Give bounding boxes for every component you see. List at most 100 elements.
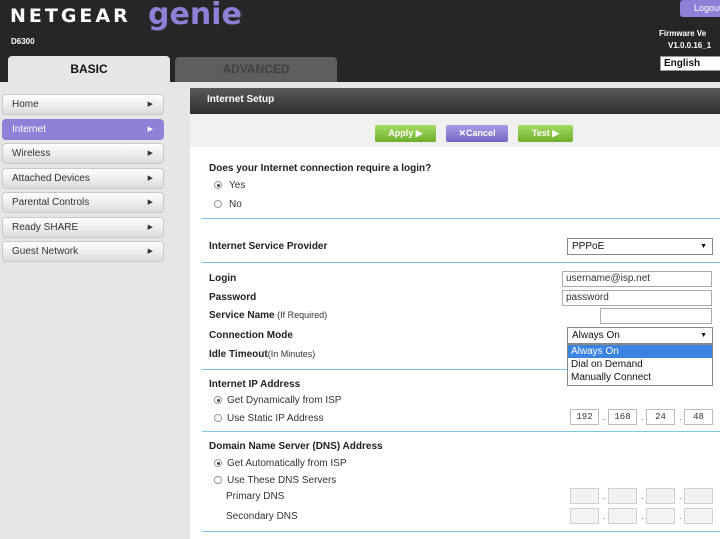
page-title: Internet Setup	[190, 88, 720, 114]
isp-label: Internet Service Provider	[209, 241, 328, 252]
ip-octet-2[interactable]: 168	[608, 409, 637, 425]
login-yes-radio[interactable]	[214, 181, 222, 189]
chevron-right-icon: ▶	[147, 101, 153, 108]
sidebar-item-guest-network[interactable]: Guest Network ▶	[2, 241, 164, 262]
connection-mode-dropdown: Always On Dial on Demand Manually Connec…	[567, 344, 713, 386]
connection-mode-label: Connection Mode	[209, 330, 293, 341]
idle-timeout-text: Idle Timeout	[209, 349, 268, 360]
login-yes-label: Yes	[229, 180, 246, 191]
sidebar-item-wireless[interactable]: Wireless ▶	[2, 143, 164, 164]
sidebar-item-label: Wireless	[12, 148, 51, 159]
ip-static-radio[interactable]	[214, 414, 222, 422]
test-button[interactable]: Test ▶	[518, 125, 573, 142]
octet-separator: .	[641, 511, 644, 521]
sidebar-item-label: Attached Devices	[12, 172, 90, 184]
login-input[interactable]: username@isp.net	[562, 271, 712, 287]
octet-separator: .	[679, 491, 682, 501]
sidebar-item-internet[interactable]: Internet ▶	[2, 118, 164, 140]
tab-basic[interactable]: BASIC	[8, 56, 170, 82]
trademark-mark: ®	[236, 9, 242, 18]
language-select[interactable]: English	[660, 56, 720, 71]
apply-button[interactable]: Apply ▶	[375, 125, 436, 142]
ip-octet-3[interactable]: 24	[646, 409, 675, 425]
login-no-label: No	[229, 199, 242, 210]
dns-auto-radio[interactable]	[214, 459, 222, 467]
octet-separator: .	[679, 511, 682, 521]
sidebar-nav: Home ▶ Internet ▶ Wireless ▶ Attached De…	[2, 94, 164, 266]
primary-dns-octet-4[interactable]	[684, 488, 713, 504]
password-label: Password	[209, 292, 257, 303]
netgear-logo: NETGEAR	[10, 5, 131, 27]
section-divider	[202, 218, 720, 219]
ip-octet-4[interactable]: 48	[684, 409, 713, 425]
sidebar-item-parental-controls[interactable]: Parental Controls ▶	[2, 192, 164, 213]
dns-auto-label: Get Automatically from ISP	[227, 458, 347, 469]
top-header: NETGEAR genie ® D6300 BASIC ADVANCED Log…	[0, 0, 720, 82]
option-dial-on-demand[interactable]: Dial on Demand	[568, 358, 712, 371]
login-question: Does your Internet connection require a …	[209, 163, 432, 174]
password-input[interactable]: password	[562, 290, 712, 306]
sidebar-item-label: Internet	[12, 123, 46, 135]
option-always-on[interactable]: Always On	[568, 345, 712, 358]
primary-dns-label: Primary DNS	[226, 491, 285, 502]
logout-button[interactable]: Logout	[680, 0, 720, 17]
idle-timeout-hint: (In Minutes)	[267, 349, 316, 359]
secondary-dns-label: Secondary DNS	[226, 511, 298, 522]
octet-separator: .	[679, 412, 682, 422]
section-divider	[202, 431, 720, 432]
secondary-dns-octet-2[interactable]	[608, 508, 637, 524]
internet-setup-panel: Internet Setup Apply ▶ ✕Cancel Test ▶ Do…	[190, 88, 720, 539]
chevron-right-icon: ▶	[147, 150, 153, 157]
sidebar-item-readyshare[interactable]: Ready SHARE ▶	[2, 216, 164, 238]
sidebar-item-label: Ready SHARE	[12, 221, 79, 233]
ip-section-title: Internet IP Address	[209, 379, 301, 390]
ip-octet-1[interactable]: 192	[570, 409, 599, 425]
ip-dynamic-label: Get Dynamically from ISP	[227, 395, 342, 406]
sidebar-item-attached-devices[interactable]: Attached Devices ▶	[2, 167, 164, 189]
octet-separator: .	[603, 511, 606, 521]
isp-select[interactable]: PPPoE ▼	[567, 238, 713, 255]
connection-mode-value: Always On	[572, 330, 620, 341]
dns-section-title: Domain Name Server (DNS) Address	[209, 441, 383, 452]
connection-mode-select[interactable]: Always On ▼	[567, 327, 713, 344]
octet-separator: .	[641, 412, 644, 422]
sidebar-item-label: Home	[12, 99, 39, 110]
service-name-input[interactable]	[600, 308, 712, 324]
chevron-right-icon: ▶	[147, 125, 153, 133]
option-manually-connect[interactable]: Manually Connect	[568, 371, 712, 384]
service-name-text: Service Name	[209, 310, 275, 321]
cancel-button[interactable]: ✕Cancel	[446, 125, 508, 142]
sidebar-item-home[interactable]: Home ▶	[2, 94, 164, 115]
service-name-label: Service Name (If Required)	[209, 310, 327, 321]
router-model: D6300	[11, 37, 35, 46]
primary-dns-octet-2[interactable]	[608, 488, 637, 504]
isp-select-value: PPPoE	[572, 241, 605, 252]
primary-dns-octet-3[interactable]	[646, 488, 675, 504]
service-name-hint: (If Required)	[274, 310, 328, 320]
section-divider	[202, 262, 720, 263]
octet-separator: .	[603, 412, 606, 422]
chevron-right-icon: ▶	[147, 174, 153, 182]
firmware-version: V1.0.0.16_1	[668, 41, 712, 50]
chevron-right-icon: ▶	[147, 199, 153, 206]
secondary-dns-octet-4[interactable]	[684, 508, 713, 524]
secondary-dns-octet-3[interactable]	[646, 508, 675, 524]
secondary-dns-octet-1[interactable]	[570, 508, 599, 524]
tab-advanced[interactable]: ADVANCED	[175, 57, 337, 82]
chevron-down-icon: ▼	[700, 332, 707, 339]
ip-static-label: Use Static IP Address	[227, 413, 324, 424]
chevron-down-icon: ▼	[700, 243, 707, 250]
login-no-radio[interactable]	[214, 200, 222, 208]
octet-separator: .	[603, 491, 606, 501]
genie-logo: genie	[148, 0, 242, 32]
section-divider	[202, 369, 567, 370]
dns-manual-radio[interactable]	[214, 476, 222, 484]
idle-timeout-label: Idle Timeout(In Minutes)	[209, 349, 315, 360]
ip-dynamic-radio[interactable]	[214, 396, 222, 404]
primary-dns-octet-1[interactable]	[570, 488, 599, 504]
chevron-right-icon: ▶	[147, 223, 153, 231]
sidebar-item-label: Parental Controls	[12, 197, 90, 208]
login-label: Login	[209, 273, 237, 284]
octet-separator: .	[641, 491, 644, 501]
dns-manual-label: Use These DNS Servers	[227, 475, 337, 486]
